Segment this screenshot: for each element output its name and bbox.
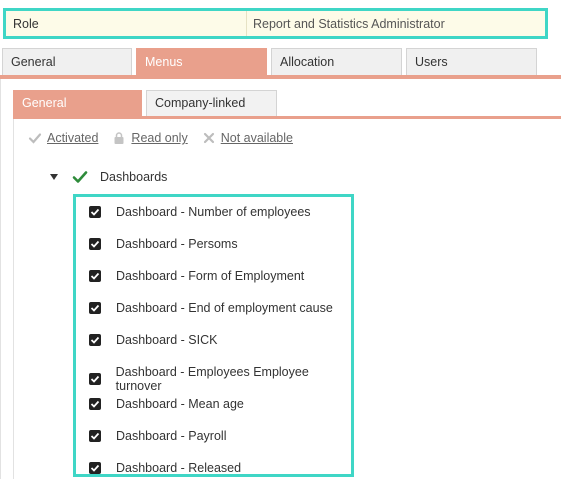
list-item: Dashboard - Mean age [89, 397, 244, 411]
list-item: Dashboard - Released [89, 461, 241, 475]
legend-not-available[interactable]: Not available [202, 131, 293, 145]
caret-down-icon[interactable] [50, 174, 58, 180]
checkbox[interactable] [89, 398, 101, 410]
checkbox[interactable] [89, 462, 101, 474]
list-item: Dashboard - SICK [89, 333, 217, 347]
checkmark-icon[interactable] [72, 170, 88, 184]
checkbox[interactable] [89, 206, 101, 218]
main-tab-bar: General Menus Allocation Users [0, 48, 561, 76]
permission-legend: Activated Read only Not available [28, 131, 307, 145]
tab-general[interactable]: General [2, 48, 132, 76]
list-item: Dashboard - Persoms [89, 237, 238, 251]
checkbox[interactable] [89, 270, 101, 282]
tab-users[interactable]: Users [406, 48, 537, 76]
list-item: Dashboard - Form of Employment [89, 269, 304, 283]
tab-menus[interactable]: Menus [136, 48, 267, 76]
role-label: Role [13, 16, 39, 31]
legend-not-available-label: Not available [220, 131, 293, 145]
checkbox[interactable] [89, 238, 101, 250]
legend-activated[interactable]: Activated [28, 131, 98, 145]
tab-allocation[interactable]: Allocation [271, 48, 402, 76]
list-item-label: Dashboard - Released [116, 461, 242, 475]
list-item-label: Dashboard - Employees Employee turnover [115, 365, 309, 393]
role-field-row: Role Report and Statistics Administrator [3, 8, 548, 39]
list-item: Dashboard - Payroll [89, 429, 226, 443]
cross-icon [202, 131, 216, 145]
list-item: Dashboard - Number of employees [89, 205, 311, 219]
list-item: Dashboard - Employees Employee turnover [89, 365, 351, 393]
subtab-company-linked[interactable]: Company-linked [146, 90, 277, 116]
checkbox[interactable] [89, 373, 101, 385]
list-item-label: Dashboard - Number of employees [116, 205, 311, 219]
subtab-general[interactable]: General [13, 90, 142, 116]
tree-node-dashboards: Dashboards [50, 170, 167, 184]
highlighted-items-group: Dashboard - Number of employees Dashboar… [73, 194, 354, 477]
checkbox[interactable] [89, 430, 101, 442]
checkmark-icon [28, 131, 42, 145]
checkbox[interactable] [89, 302, 101, 314]
list-item-label: Dashboard - Mean age [116, 397, 244, 411]
checkbox[interactable] [89, 334, 101, 346]
list-item: Dashboard - End of employment cause [89, 301, 333, 315]
list-item-label: Dashboard - SICK [116, 333, 218, 347]
legend-read-only-label: Read only [131, 131, 188, 145]
list-item-label: Dashboard - End of employment cause [116, 301, 333, 315]
list-item-label: Dashboard - Form of Employment [116, 269, 305, 283]
legend-read-only[interactable]: Read only [112, 131, 188, 145]
legend-activated-label: Activated [47, 131, 99, 145]
lock-icon [112, 131, 126, 145]
list-item-label: Dashboard - Payroll [116, 429, 227, 443]
list-item-label: Dashboard - Persoms [116, 237, 238, 251]
role-value[interactable]: Report and Statistics Administrator [247, 17, 545, 31]
tree-node-label: Dashboards [100, 170, 168, 184]
